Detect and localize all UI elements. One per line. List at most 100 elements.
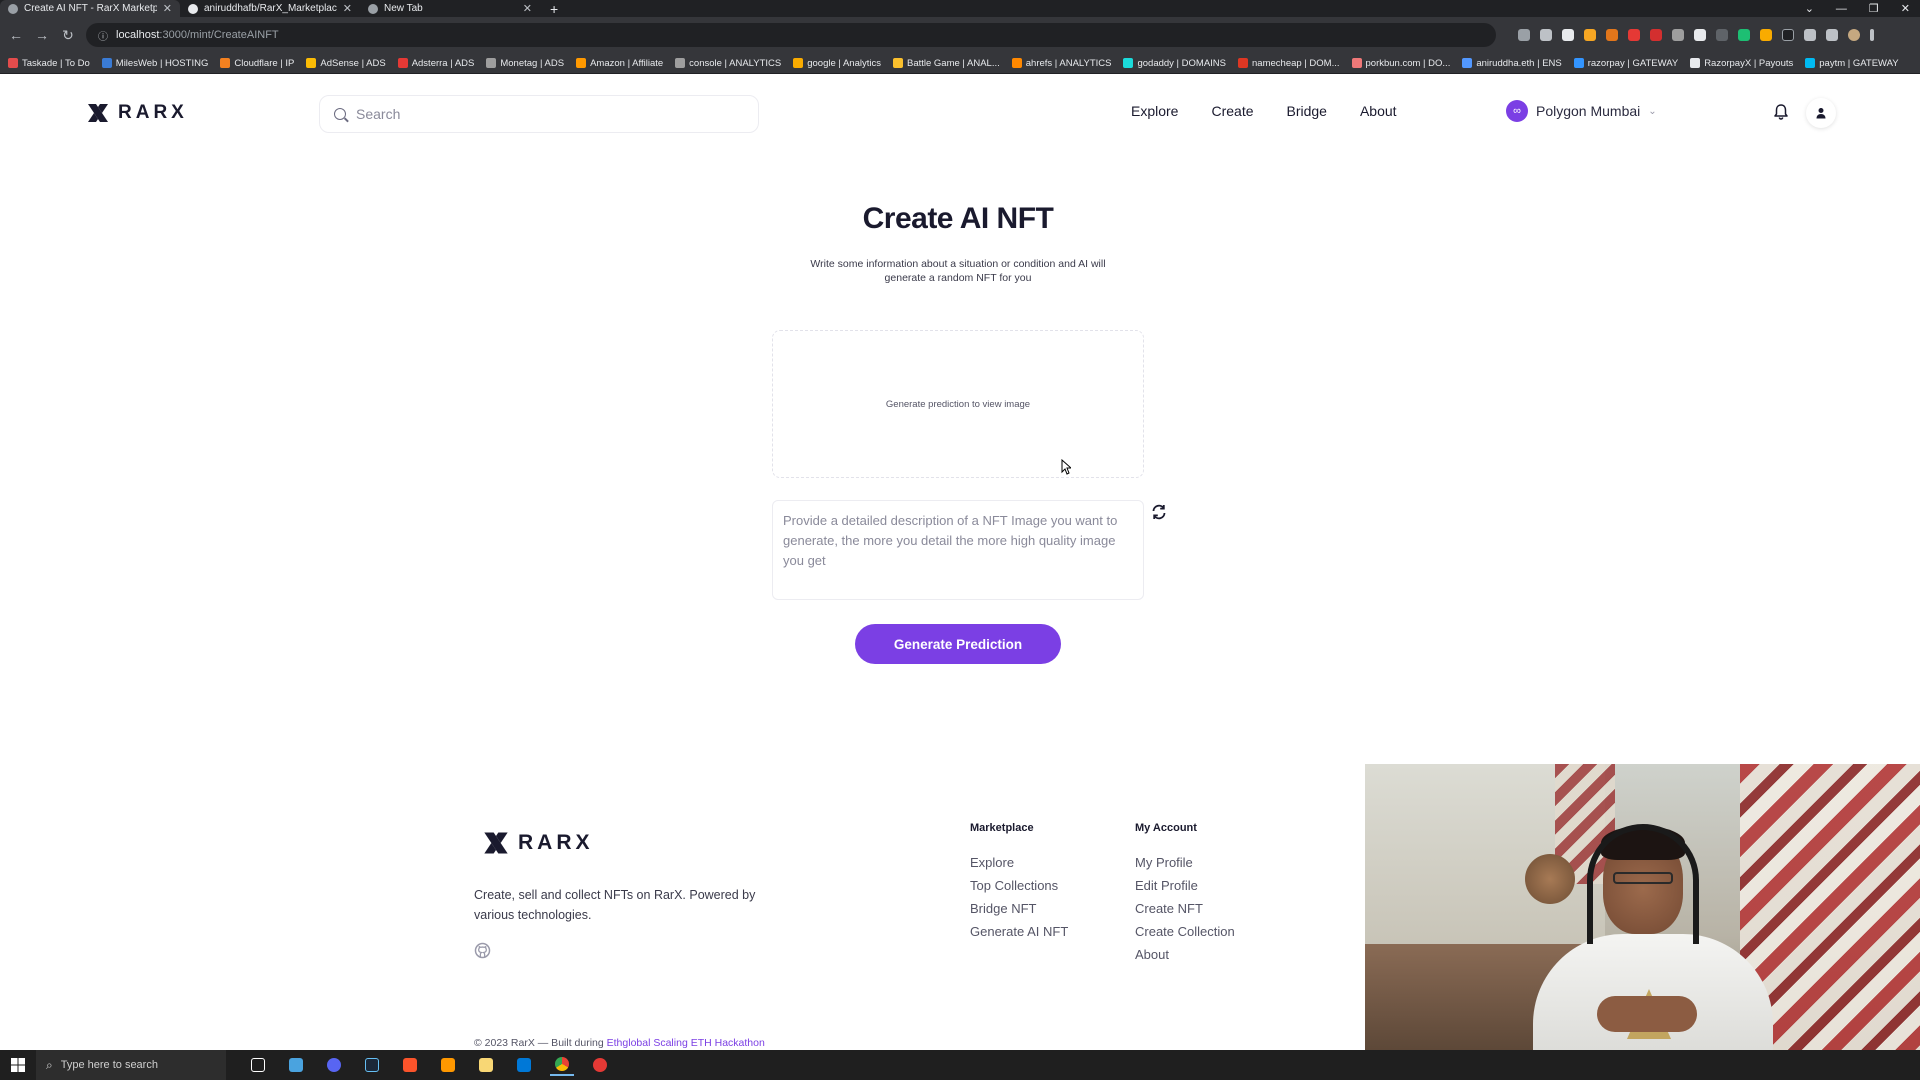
extension-icon[interactable] — [1672, 29, 1684, 41]
footer-link-create-collection[interactable]: Create Collection — [1135, 924, 1235, 947]
footer-link-edit-profile[interactable]: Edit Profile — [1135, 878, 1235, 901]
github-icon[interactable] — [474, 942, 491, 959]
star-icon[interactable] — [1540, 29, 1552, 41]
windows-icon — [11, 1058, 25, 1072]
search-input[interactable] — [356, 106, 744, 122]
bookmark-item[interactable]: Cloudflare | IP — [220, 58, 294, 69]
notepad-icon[interactable] — [284, 1054, 308, 1076]
bookmark-item[interactable]: namecheap | DOM... — [1238, 57, 1340, 69]
extension-icon[interactable] — [1760, 29, 1772, 41]
prompt-textarea[interactable] — [772, 500, 1144, 600]
bookmark-item[interactable]: aniruddha.eth | ENS — [1462, 58, 1562, 69]
metamask-icon[interactable] — [1606, 29, 1618, 41]
extension-icon[interactable] — [1628, 29, 1640, 41]
main-nav: Explore Create Bridge About — [1131, 103, 1397, 119]
image-preview-box: Generate prediction to view image — [772, 330, 1144, 478]
forward-icon[interactable]: → — [34, 27, 50, 43]
close-icon[interactable]: ✕ — [343, 2, 352, 15]
footer-link-top-collections[interactable]: Top Collections — [970, 878, 1068, 901]
browser-tab-1[interactable]: aniruddhafb/RarX_Marketplace: ✕ — [180, 0, 360, 17]
bookmark-item[interactable]: console | ANALYTICS — [675, 58, 781, 69]
chrome-icon[interactable] — [550, 1054, 574, 1076]
footer-link-explore[interactable]: Explore — [970, 855, 1068, 878]
user-avatar-button[interactable] — [1806, 98, 1836, 128]
sublime-icon[interactable] — [436, 1054, 460, 1076]
taskbar-search[interactable]: ⌕ Type here to search — [36, 1050, 226, 1080]
nav-create[interactable]: Create — [1211, 103, 1253, 119]
bookmark-item[interactable]: paytm | GATEWAY — [1805, 58, 1899, 69]
bookmark-label: razorpay | GATEWAY — [1587, 57, 1679, 69]
bookmark-label: namecheap | DOM... — [1252, 57, 1340, 69]
profile-icon[interactable] — [1848, 29, 1860, 41]
bookmark-item[interactable]: google | Analytics — [793, 58, 881, 69]
bookmark-item[interactable]: Adsterra | ADS — [397, 58, 474, 69]
extension-icon[interactable] — [1694, 29, 1706, 41]
nav-bridge[interactable]: Bridge — [1287, 103, 1327, 119]
bookmark-item[interactable]: porkbun.com | DO... — [1351, 58, 1450, 69]
refresh-icon[interactable] — [1150, 503, 1168, 521]
menu-icon[interactable] — [1870, 29, 1874, 41]
header-logo[interactable]: RARX — [86, 102, 188, 124]
close-icon[interactable]: ✕ — [523, 2, 532, 15]
bell-icon[interactable] — [1772, 103, 1790, 121]
page-title: Create AI NFT — [862, 202, 1054, 235]
footer-link-generate-ai-nft[interactable]: Generate AI NFT — [970, 924, 1068, 947]
nav-about[interactable]: About — [1360, 103, 1397, 119]
restore-icon[interactable]: ❐ — [1869, 2, 1879, 15]
footer-link-bridge-nft[interactable]: Bridge NFT — [970, 901, 1068, 924]
browser-tab-0[interactable]: Create AI NFT - RarX Marketplace ✕ — [0, 0, 180, 17]
start-button[interactable] — [0, 1050, 36, 1080]
sidepanel-icon[interactable] — [1826, 29, 1838, 41]
bookmark-item[interactable]: Battle Game | ANAL... — [892, 58, 1000, 69]
browser-tab-2[interactable]: New Tab ✕ — [360, 0, 540, 17]
browser-toolbar: ← → ↻ ⓘ localhost:3000/mint/CreateAINFT — [0, 17, 1920, 53]
chevron-down-icon: ⌄ — [1648, 105, 1657, 117]
bookmark-item[interactable]: razorpay | GATEWAY — [1573, 57, 1679, 69]
discord-icon[interactable] — [322, 1054, 346, 1076]
steam-icon[interactable] — [360, 1054, 384, 1076]
extension-icon[interactable] — [1562, 29, 1574, 41]
footer-logo[interactable]: RARX — [482, 830, 594, 856]
extension-icon[interactable] — [1584, 29, 1596, 41]
close-window-icon[interactable]: ✕ — [1901, 2, 1910, 15]
site-info-icon[interactable]: ⓘ — [98, 28, 108, 43]
bookmark-item[interactable]: RazorpayX | Payouts — [1690, 58, 1793, 69]
search-box[interactable] — [319, 95, 759, 133]
bookmark-item[interactable]: Monetag | ADS — [486, 58, 564, 69]
minimize-icon[interactable]: — — [1836, 3, 1847, 15]
close-icon[interactable]: ✕ — [163, 2, 172, 15]
footer-link-about[interactable]: About — [1135, 947, 1235, 970]
bookmark-item[interactable]: godaddy | DOMAINS — [1123, 58, 1226, 69]
nav-explore[interactable]: Explore — [1131, 103, 1178, 119]
extension-icon[interactable] — [1738, 29, 1750, 41]
new-tab-button[interactable]: + — [540, 0, 568, 17]
extension-icon[interactable] — [1782, 29, 1794, 41]
reload-icon[interactable]: ↻ — [60, 27, 76, 44]
preview-placeholder-text: Generate prediction to view image — [885, 398, 1031, 410]
extension-icon[interactable] — [1650, 29, 1662, 41]
back-icon[interactable]: ← — [8, 27, 24, 43]
network-selector[interactable]: ∞ Polygon Mumbai ⌄ — [1506, 100, 1657, 122]
bookmark-item[interactable]: ahrefs | ANALYTICS — [1011, 57, 1112, 69]
footer-link-my-profile[interactable]: My Profile — [1135, 855, 1235, 878]
footer-tagline: Create, sell and collect NFTs on RarX. P… — [474, 888, 756, 922]
share-icon[interactable] — [1518, 29, 1530, 41]
bookmark-item[interactable]: AdSense | ADS — [306, 57, 386, 69]
bookmark-label: AdSense | ADS — [320, 57, 386, 69]
footer-link-create-nft[interactable]: Create NFT — [1135, 901, 1235, 924]
vscode-icon[interactable] — [512, 1054, 536, 1076]
puzzle-icon[interactable] — [1804, 29, 1816, 41]
bookmark-item[interactable]: Amazon | Affiliate — [576, 58, 663, 69]
bookmark-label: ahrefs | ANALYTICS — [1025, 57, 1112, 69]
hackathon-link[interactable]: Ethglobal Scaling ETH Hackathon — [607, 1037, 765, 1049]
generate-prediction-button[interactable]: Generate Prediction — [855, 624, 1061, 664]
extension-icon[interactable] — [1716, 29, 1728, 41]
address-bar[interactable]: ⓘ localhost:3000/mint/CreateAINFT — [86, 23, 1496, 47]
bookmark-item[interactable]: Taskade | To Do — [8, 58, 90, 69]
tab-search-icon[interactable]: ⌄ — [1805, 2, 1814, 15]
screen-recorder-icon[interactable] — [588, 1054, 612, 1076]
file-explorer-icon[interactable] — [474, 1054, 498, 1076]
bookmark-item[interactable]: MilesWeb | HOSTING — [101, 58, 208, 69]
brave-icon[interactable] — [398, 1054, 422, 1076]
task-view-icon[interactable] — [246, 1054, 270, 1076]
